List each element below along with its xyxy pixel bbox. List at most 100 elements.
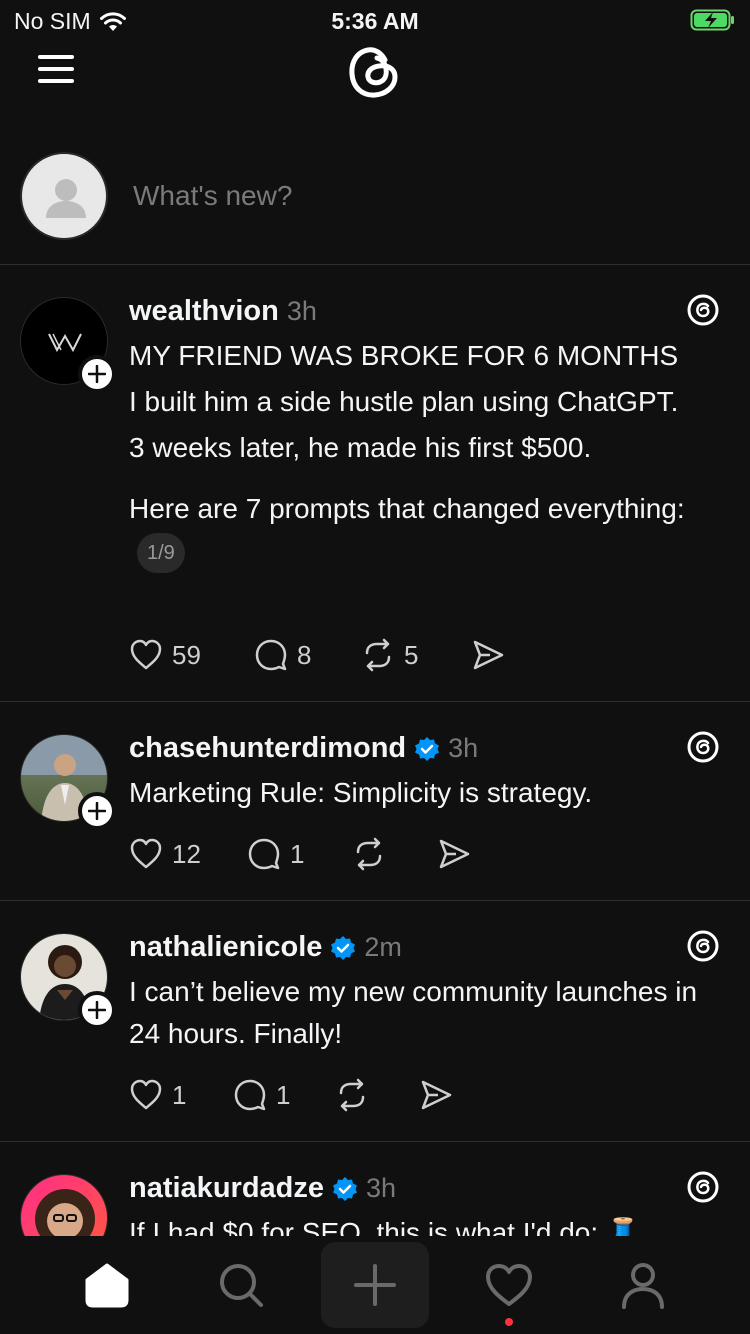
- post-line: 3 weeks later, he made his first $500.: [129, 432, 592, 463]
- comment-icon: [255, 639, 287, 671]
- nav-home[interactable]: [53, 1242, 161, 1328]
- post-actions: 59 8 5: [128, 635, 506, 675]
- nav-profile[interactable]: [589, 1242, 697, 1328]
- post-text: Marketing Rule: Simplicity is strategy.: [129, 772, 729, 814]
- username[interactable]: nathalienicole: [129, 931, 322, 964]
- post-card[interactable]: chasehunterdimond 3h Marketing Rule: Sim…: [0, 702, 750, 901]
- verified-badge-icon: [333, 1176, 357, 1201]
- avatar-wrap: [20, 297, 116, 393]
- repost-count: 5: [404, 639, 419, 670]
- username[interactable]: chasehunterdimond: [129, 732, 406, 765]
- like-button[interactable]: 12: [128, 836, 246, 872]
- like-button[interactable]: 59: [128, 637, 253, 673]
- username[interactable]: wealthvion: [129, 295, 279, 328]
- repost-icon: [339, 1078, 365, 1112]
- send-icon: [473, 640, 504, 670]
- nav-activity[interactable]: [455, 1242, 563, 1328]
- post-line-with-pager: Here are 7 prompts that changed everythi…: [129, 488, 729, 573]
- battery-charging-icon: [690, 9, 734, 31]
- post-card[interactable]: natiakurdadze 3h If I had $0 for SEO, th…: [0, 1142, 750, 1236]
- my-avatar[interactable]: [20, 152, 108, 240]
- reply-count: 1: [290, 838, 305, 869]
- heart-icon: [130, 838, 162, 869]
- threads-icon[interactable]: [686, 730, 720, 764]
- like-button[interactable]: 1: [128, 1077, 232, 1113]
- post-header: nathalienicole 2m: [129, 931, 402, 964]
- post-line: MY FRIEND WAS BROKE FOR 6 MONTHS: [129, 340, 679, 371]
- share-button[interactable]: [418, 1077, 454, 1113]
- plus-icon: [88, 1001, 106, 1019]
- search-icon: [220, 1264, 263, 1307]
- top-bar: [0, 36, 750, 106]
- nav-search[interactable]: [187, 1242, 295, 1328]
- person-photo-icon: [35, 1189, 95, 1236]
- post-header: chasehunterdimond 3h: [129, 732, 478, 765]
- reply-count: 8: [297, 639, 312, 670]
- post-header: natiakurdadze 3h: [129, 1172, 396, 1205]
- composer-placeholder[interactable]: What's new?: [133, 180, 292, 212]
- threads-logo-icon[interactable]: [341, 38, 407, 104]
- avatar[interactable]: [20, 1174, 108, 1236]
- post-line: I built him a side hustle plan using Cha…: [129, 386, 679, 417]
- send-icon: [421, 1080, 452, 1110]
- reply-button[interactable]: 1: [232, 1077, 334, 1113]
- plus-icon: [88, 802, 106, 820]
- post-card[interactable]: nathalienicole 2m I can’t believe my new…: [0, 901, 750, 1142]
- post-line: Marketing Rule: Simplicity is strategy.: [129, 777, 593, 808]
- like-count: 12: [172, 838, 201, 869]
- status-bar: No SIM 5:36 AM: [0, 0, 750, 40]
- follow-button[interactable]: [78, 355, 116, 393]
- repost-button[interactable]: [334, 1077, 418, 1113]
- repost-icon: [356, 837, 382, 871]
- heart-icon: [486, 1264, 532, 1306]
- post-actions: 1 1: [128, 1075, 454, 1115]
- share-button[interactable]: [470, 637, 506, 673]
- heart-icon: [130, 1079, 162, 1110]
- post-line: If I had $0 for SEO, this is what I'd do…: [129, 1217, 641, 1236]
- reply-button[interactable]: 8: [253, 637, 360, 673]
- repost-button[interactable]: [351, 836, 436, 872]
- avatar-wrap: [20, 933, 116, 1029]
- profile-icon: [622, 1263, 664, 1309]
- share-button[interactable]: [436, 836, 472, 872]
- post-time: 2m: [364, 932, 402, 962]
- avatar-wrap: [20, 1174, 110, 1236]
- post-actions: 12 1: [128, 834, 472, 874]
- notification-dot: [505, 1318, 513, 1326]
- reply-count: 1: [276, 1079, 291, 1110]
- nav-create[interactable]: [321, 1242, 429, 1328]
- threads-icon[interactable]: [686, 293, 720, 327]
- send-icon: [439, 839, 470, 869]
- reply-button[interactable]: 1: [246, 836, 351, 872]
- like-count: 1: [172, 1079, 187, 1110]
- repost-button[interactable]: 5: [360, 637, 470, 673]
- home-icon: [85, 1263, 129, 1308]
- comment-icon: [234, 1079, 266, 1111]
- post-text: I can’t believe my new community launche…: [129, 971, 729, 1055]
- post-line: Here are 7 prompts that changed everythi…: [129, 493, 685, 524]
- username[interactable]: natiakurdadze: [129, 1172, 324, 1205]
- heart-icon: [130, 639, 162, 670]
- bottom-nav: [0, 1236, 750, 1334]
- verified-badge-icon: [415, 736, 440, 761]
- post-time: 3h: [286, 296, 317, 326]
- post-line: I can’t believe my new community launche…: [129, 976, 698, 1049]
- composer[interactable]: What's new?: [0, 150, 750, 265]
- plus-icon: [88, 365, 106, 383]
- thread-pager[interactable]: 1/9: [137, 532, 185, 573]
- post-time: 3h: [448, 733, 479, 763]
- comment-icon: [248, 838, 280, 870]
- status-time: 5:36 AM: [331, 8, 419, 34]
- post-card[interactable]: wealthvion 3h MY FRIEND WAS BROKE FOR 6 …: [0, 265, 750, 702]
- menu-icon[interactable]: [38, 54, 74, 84]
- verified-badge-icon: [331, 935, 356, 960]
- threads-icon[interactable]: [686, 1170, 720, 1204]
- follow-button[interactable]: [78, 991, 116, 1029]
- post-header: wealthvion 3h: [129, 295, 317, 328]
- plus-icon: [354, 1264, 396, 1306]
- post-text: MY FRIEND WAS BROKE FOR 6 MONTHS I built…: [129, 335, 729, 573]
- avatar-wrap: [20, 734, 116, 830]
- repost-icon: [365, 638, 391, 672]
- follow-button[interactable]: [78, 792, 116, 830]
- threads-icon[interactable]: [686, 929, 720, 963]
